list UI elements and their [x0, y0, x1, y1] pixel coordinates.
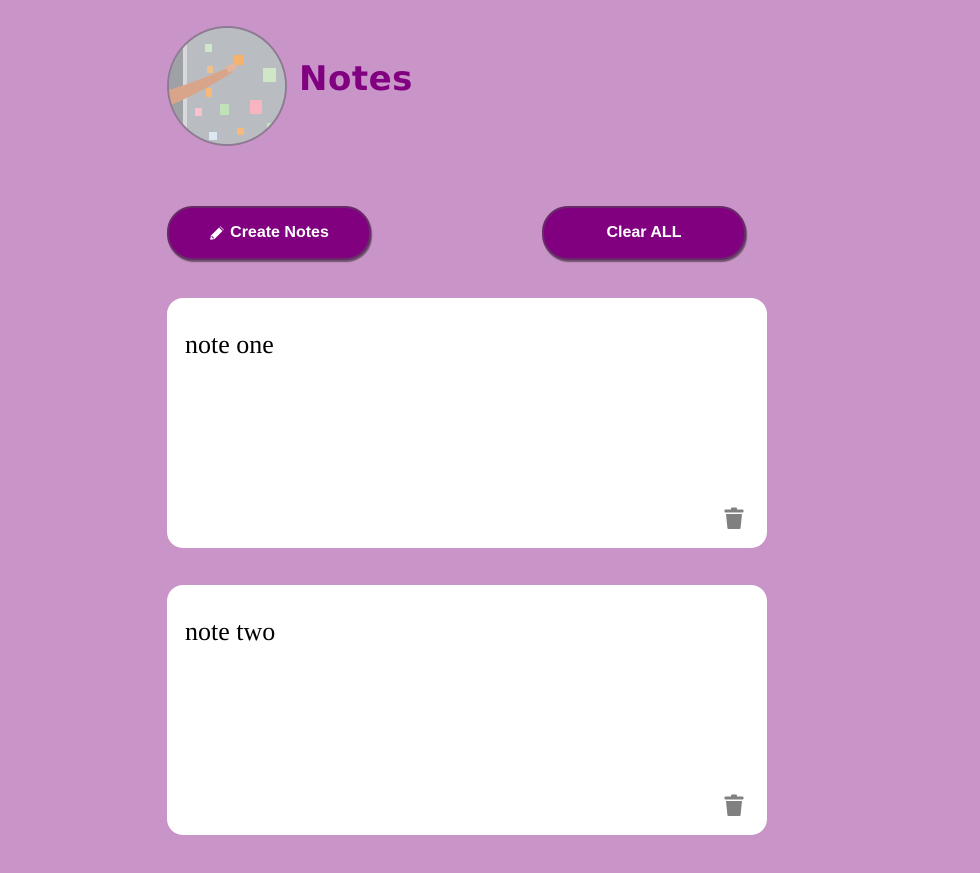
- trash-icon[interactable]: [724, 794, 744, 816]
- note-card[interactable]: note two: [167, 585, 767, 835]
- note-text[interactable]: note one: [185, 330, 274, 360]
- avatar: [167, 26, 287, 146]
- app-header: Notes: [167, 26, 413, 146]
- create-notes-label: Create Notes: [230, 224, 329, 241]
- note-card[interactable]: note one: [167, 298, 767, 548]
- clear-all-label: Clear ALL: [606, 224, 682, 241]
- pencil-icon: [209, 225, 225, 241]
- note-text[interactable]: note two: [185, 617, 275, 647]
- notes-list: note one note two: [167, 298, 767, 872]
- trash-icon[interactable]: [724, 507, 744, 529]
- clear-all-button[interactable]: Clear ALL: [542, 206, 746, 260]
- create-notes-button[interactable]: Create Notes: [167, 206, 371, 260]
- page-title: Notes: [299, 59, 413, 99]
- sticky-notes-photo: [169, 28, 285, 144]
